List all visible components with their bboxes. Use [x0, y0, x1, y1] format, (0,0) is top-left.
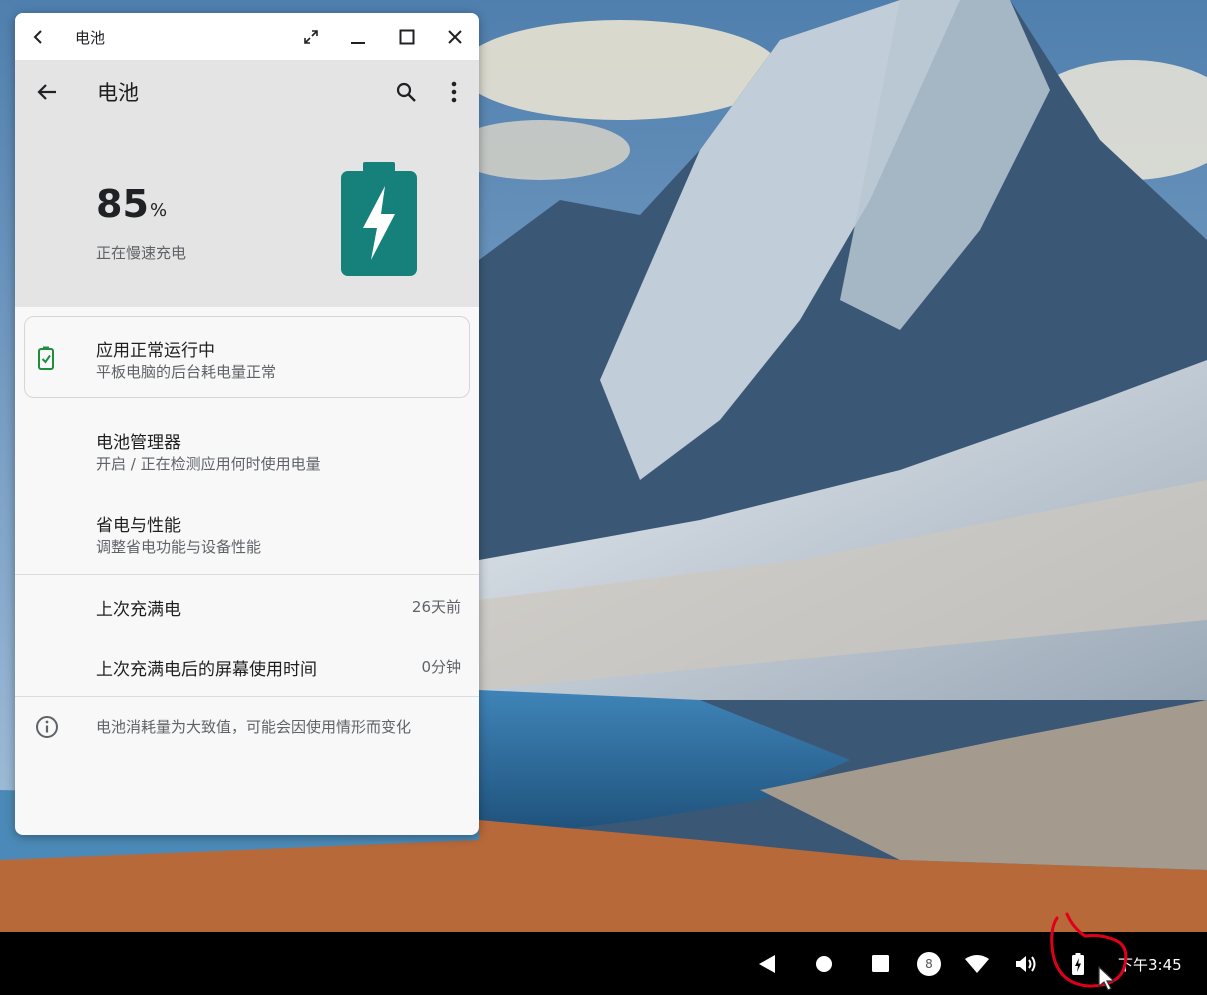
home-icon: [816, 955, 832, 972]
search-button[interactable]: [386, 72, 426, 112]
screen-time-value: 0分钟: [421, 658, 461, 676]
close-button[interactable]: [435, 13, 475, 60]
info-icon: [36, 716, 58, 738]
nav-home-button[interactable]: [809, 932, 839, 995]
wifi-button[interactable]: [962, 932, 992, 995]
footer-note: 电池消耗量为大致值，可能会因使用情形而变化: [15, 697, 479, 757]
footer-note-text: 电池消耗量为大致值，可能会因使用情形而变化: [96, 718, 412, 736]
battery-manager-item[interactable]: 电池管理器 开启 / 正在检测应用何时使用电量: [15, 408, 479, 488]
battery-charging-icon: [341, 162, 417, 276]
screen-time-label: 上次充满电后的屏幕使用时间: [96, 660, 317, 680]
expand-icon: [304, 29, 318, 44]
fullscreen-button[interactable]: [291, 13, 331, 60]
volume-button[interactable]: [1012, 932, 1042, 995]
battery-settings-window: 电池 电池 85 % 正在慢速充电 应用正常运行中 平板电脑的后台耗电量正常 电…: [15, 13, 479, 835]
minimize-button[interactable]: [338, 13, 378, 60]
battery-percent-unit: %: [150, 200, 168, 221]
close-icon: [448, 29, 462, 44]
nav-recents-button[interactable]: [865, 932, 895, 995]
charging-status: 正在慢速充电: [96, 244, 187, 262]
status-card-title: 应用正常运行中: [96, 341, 215, 361]
arrow-left-icon: [37, 84, 56, 100]
power-saving-title: 省电与性能: [96, 516, 181, 536]
search-icon: [396, 82, 416, 102]
notification-badge: 8: [917, 951, 941, 976]
battery-percentage: 85: [96, 182, 149, 226]
volume-icon: [1016, 955, 1036, 972]
notification-count: 8: [925, 956, 933, 971]
page-title: 电池: [97, 81, 139, 105]
app-bar: 电池: [15, 60, 479, 124]
battery-check-icon: [38, 346, 54, 370]
screen-time-row: 上次充满电后的屏幕使用时间 0分钟: [15, 635, 479, 695]
recents-icon: [871, 955, 889, 972]
back-icon: [759, 954, 775, 973]
annotation-circle: [1050, 912, 1128, 988]
mouse-cursor-icon: [1098, 966, 1116, 991]
maximize-button[interactable]: [387, 13, 427, 60]
maximize-icon: [399, 29, 415, 44]
battery-manager-title: 电池管理器: [96, 433, 181, 453]
minimize-icon: [351, 41, 365, 44]
titlebar-back-button[interactable]: [18, 13, 58, 60]
wifi-icon: [965, 954, 989, 973]
last-full-charge-label: 上次充满电: [96, 600, 181, 620]
last-full-charge-value: 26天前: [411, 598, 461, 616]
battery-header: 85 % 正在慢速充电: [15, 124, 479, 307]
battery-manager-subtitle: 开启 / 正在检测应用何时使用电量: [96, 455, 321, 473]
window-title: 电池: [75, 29, 106, 47]
power-saving-subtitle: 调整省电功能与设备性能: [96, 538, 262, 556]
nav-back-button[interactable]: [752, 932, 782, 995]
last-full-charge-row: 上次充满电 26天前: [15, 575, 479, 635]
navigate-up-button[interactable]: [27, 72, 67, 112]
window-titlebar: 电池: [15, 13, 479, 60]
more-options-button[interactable]: [434, 72, 474, 112]
more-vert-icon: [451, 81, 457, 103]
notification-badge-button[interactable]: 8: [914, 932, 944, 995]
power-saving-item[interactable]: 省电与性能 调整省电功能与设备性能: [15, 491, 479, 571]
status-card-subtitle: 平板电脑的后台耗电量正常: [96, 363, 277, 381]
chevron-left-icon: [33, 29, 42, 44]
app-status-card[interactable]: 应用正常运行中 平板电脑的后台耗电量正常: [24, 316, 470, 398]
taskbar: 8 下午3:45: [0, 932, 1207, 995]
